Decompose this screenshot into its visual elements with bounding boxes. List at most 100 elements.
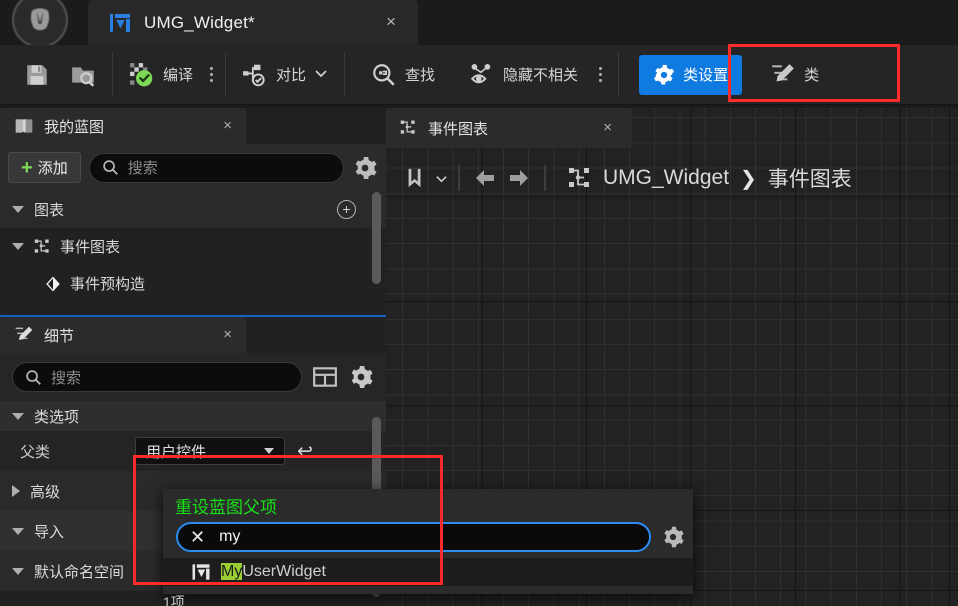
class-defaults-label: 类 (804, 67, 820, 84)
list-item[interactable]: MyUserWidget (163, 558, 693, 586)
tree-row-graphs[interactable]: 图表 + (0, 191, 386, 228)
breadcrumb-item-event-graph[interactable]: 事件图表 (768, 163, 852, 193)
search-icon (102, 159, 119, 176)
details-title: 细节 (44, 327, 75, 345)
result-label: MyUserWidget (221, 563, 326, 581)
find-label: 查找 (405, 67, 436, 84)
graph-toolbar: UMG_Widget ❯ 事件图表 (386, 153, 958, 203)
section-label-default-namespace: 默认命名空间 (34, 563, 125, 581)
tree-label-event-preconstruct: 事件预构造 (70, 276, 146, 293)
hide-unrelated-kebab[interactable] (592, 55, 608, 95)
compile-button[interactable]: 编译 (119, 52, 203, 98)
section-class-options[interactable]: 类选项 (0, 401, 386, 431)
reparent-results-list: MyUserWidget (163, 558, 693, 586)
chevron-down-icon[interactable] (12, 412, 24, 420)
umg-widget-icon (110, 13, 130, 32)
tab-event-graph[interactable]: 事件图表 × (386, 108, 632, 148)
my-blueprint-toolbar: + 添加 搜索 (0, 144, 386, 191)
add-graph-icon[interactable]: + (337, 200, 356, 219)
my-blueprint-title: 我的蓝图 (44, 118, 105, 136)
tree-row-event-graph[interactable]: 事件图表 (0, 228, 386, 265)
find-button[interactable]: 查找 (361, 52, 445, 98)
chevron-down-icon[interactable] (12, 527, 24, 535)
gear-icon[interactable] (352, 155, 378, 181)
add-label: 添加 (37, 160, 68, 177)
graph-toolbar-separator-2 (544, 165, 546, 191)
class-defaults-icon (770, 62, 796, 88)
chevron-right-icon[interactable] (12, 485, 20, 497)
toolbar-separator (112, 52, 113, 97)
search-placeholder: 搜索 (127, 160, 158, 177)
event-node-icon (44, 275, 62, 293)
search-icon (25, 369, 42, 386)
reset-parent-class-button[interactable]: ↩ (297, 442, 313, 461)
main-toolbar: 编译 对比 查找 隐藏不相关 类设置 类 (0, 45, 958, 105)
column-layout-icon[interactable] (312, 364, 338, 390)
parent-class-combo[interactable]: 用户控件 (135, 437, 285, 465)
details-icon (14, 325, 34, 345)
tab-my-blueprint[interactable]: 我的蓝图 × (0, 108, 246, 144)
close-icon[interactable]: × (603, 119, 612, 136)
details-search-input[interactable]: 搜索 (12, 362, 302, 392)
compile-icon (129, 62, 155, 88)
book-icon (14, 116, 34, 136)
my-blueprint-scrollbar[interactable] (372, 192, 381, 284)
parent-class-value: 用户控件 (146, 443, 207, 461)
my-blueprint-search-input[interactable]: 搜索 (88, 152, 344, 183)
hide-unrelated-label: 隐藏不相关 (503, 67, 579, 84)
hide-unrelated-icon (469, 62, 495, 88)
compile-label: 编译 (163, 67, 194, 84)
class-settings-button[interactable]: 类设置 (639, 54, 743, 95)
diff-button[interactable]: 对比 (232, 52, 338, 98)
chevron-down-icon (264, 448, 274, 454)
tree-row-event-preconstruct[interactable]: 事件预构造 (0, 265, 386, 302)
reparent-search-input[interactable]: ✕ my (176, 522, 651, 552)
save-button[interactable] (14, 52, 60, 98)
my-blueprint-panel: 我的蓝图 × + 添加 搜索 图表 + 事件图表 事件预构造 (0, 108, 386, 315)
breadcrumb-item-umg-widget[interactable]: UMG_Widget (603, 166, 729, 190)
toolbar-separator-3 (344, 52, 346, 97)
hide-unrelated-button[interactable]: 隐藏不相关 (459, 52, 588, 98)
close-icon[interactable]: × (223, 117, 232, 134)
section-label-import: 导入 (34, 523, 65, 541)
section-label-advanced: 高级 (30, 483, 61, 501)
result-match: My (221, 563, 243, 580)
gear-icon[interactable] (348, 364, 374, 390)
chevron-down-icon[interactable] (12, 243, 24, 250)
bookmark-dropdown[interactable] (432, 161, 450, 195)
chevron-down-icon[interactable] (12, 567, 24, 575)
compile-options-kebab[interactable] (203, 55, 219, 95)
close-icon[interactable]: × (223, 326, 232, 343)
event-graph-tab-label: 事件图表 (428, 120, 489, 138)
toolbar-separator-4 (618, 52, 620, 97)
add-button[interactable]: + 添加 (8, 152, 81, 183)
chevron-down-icon[interactable] (12, 206, 24, 213)
class-settings-label: 类设置 (683, 67, 729, 84)
parent-class-label: 父类 (20, 443, 51, 461)
result-rest: UserWidget (242, 563, 326, 580)
tab-details[interactable]: 细节 × (0, 317, 246, 353)
class-defaults-button[interactable]: 类 (760, 52, 829, 98)
reparent-result-count: 1项 (163, 594, 185, 606)
bookmark-button[interactable] (398, 161, 432, 195)
clear-icon[interactable]: ✕ (190, 528, 205, 546)
back-button[interactable] (468, 161, 502, 195)
tree-label-event-graph: 事件图表 (60, 239, 121, 256)
gear-icon (653, 64, 675, 86)
close-icon[interactable]: × (386, 13, 396, 31)
graph-icon (400, 119, 418, 137)
search-placeholder: 搜索 (51, 369, 82, 387)
umg-widget-icon (192, 564, 210, 580)
property-row-parent-class: 父类 用户控件 ↩ (0, 431, 386, 471)
document-tab-umg-widget[interactable]: UMG_Widget* × (88, 0, 418, 45)
document-tab-label: UMG_Widget* (144, 12, 255, 32)
diff-icon (242, 62, 268, 88)
browse-content-button[interactable] (60, 52, 106, 98)
reparent-blueprint-popup: 重设蓝图父项 ✕ my MyUserWidget (163, 489, 693, 594)
breadcrumb: UMG_Widget ❯ 事件图表 (568, 163, 852, 193)
gear-icon[interactable] (661, 525, 685, 549)
app-root: UMG_Widget* × 编译 对比 查找 隐藏不相关 类设置 类 我的蓝图 … (0, 0, 958, 606)
toolbar-separator-2 (225, 52, 227, 97)
forward-button[interactable] (502, 161, 536, 195)
chevron-down-icon[interactable] (314, 66, 328, 84)
